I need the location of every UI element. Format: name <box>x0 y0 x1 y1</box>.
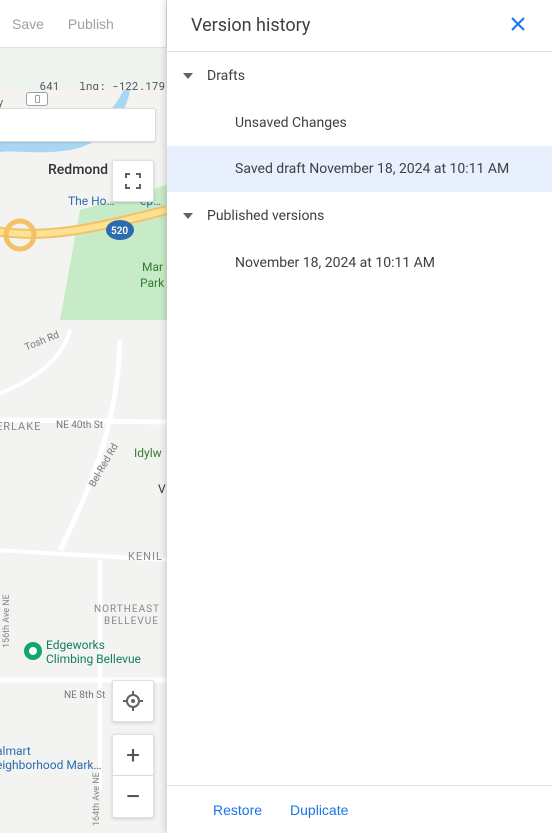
panel-footer: Restore Duplicate <box>167 785 552 833</box>
section-label: Published versions <box>207 208 324 224</box>
editor-toolbar: Save Publish <box>0 0 167 48</box>
restore-button[interactable]: Restore <box>213 802 262 818</box>
map-area-label: BELLEVUE <box>104 616 159 627</box>
section-header-published[interactable]: Published versions <box>167 192 552 240</box>
map-label-redmond: Redmond <box>48 162 108 178</box>
map-poi-label: The Ho… <box>68 194 115 208</box>
duplicate-button[interactable]: Duplicate <box>290 802 348 818</box>
fullscreen-icon <box>124 172 142 190</box>
map-road-label: NE 40th St <box>56 420 103 431</box>
close-icon <box>508 14 528 34</box>
map-label: V <box>158 482 166 496</box>
version-item-saved-draft[interactable]: Saved draft November 18, 2024 at 10:11 A… <box>167 146 552 192</box>
poi-marker-icon <box>22 640 44 662</box>
version-item-published[interactable]: November 18, 2024 at 10:11 AM <box>167 240 552 286</box>
hwy-shield-label: 520 <box>111 226 128 237</box>
my-location-button[interactable] <box>112 680 154 722</box>
section-header-drafts[interactable]: Drafts <box>167 52 552 100</box>
map-area-label: KENIL <box>128 550 163 563</box>
map-road-label: NE 8th St <box>64 690 105 701</box>
version-item-unsaved[interactable]: Unsaved Changes <box>167 100 552 146</box>
map-area-label: ERLAKE <box>0 420 41 433</box>
map-editor-pane: Save Publish 641 lng: -122.179 <box>0 0 167 833</box>
map-poi-label: eighborhood Mark… <box>0 758 102 772</box>
crosshair-icon <box>122 690 144 712</box>
map-poi-label: Climbing Bellevue <box>46 652 141 666</box>
map-search-box[interactable] <box>0 108 156 142</box>
save-button[interactable]: Save <box>0 16 56 32</box>
map-road-label: 164th Ave NE <box>92 772 102 826</box>
panel-header: Version history <box>167 0 552 52</box>
map-poi-label: almart <box>0 744 31 758</box>
zoom-out-button[interactable]: − <box>112 776 154 818</box>
streetview-toggle[interactable] <box>26 92 48 106</box>
close-button[interactable] <box>504 10 532 41</box>
section-label: Drafts <box>207 68 245 84</box>
panel-title: Version history <box>191 15 310 36</box>
chevron-down-icon <box>183 213 193 219</box>
zoom-in-button[interactable]: + <box>112 734 154 776</box>
map-road-label: 156th Ave NE <box>2 594 12 648</box>
map-park-label: Mar <box>142 260 163 274</box>
map-park-label: Idylw <box>134 446 162 460</box>
fullscreen-button[interactable] <box>112 160 154 202</box>
map-area-label: NORTHEAST <box>94 604 160 615</box>
map-park-label: Park <box>140 276 164 290</box>
publish-button[interactable]: Publish <box>56 16 126 32</box>
chevron-down-icon <box>183 73 193 79</box>
version-history-panel: Version history Drafts Unsaved Changes S… <box>167 0 552 833</box>
map-poi-label: Edgeworks <box>46 638 105 652</box>
